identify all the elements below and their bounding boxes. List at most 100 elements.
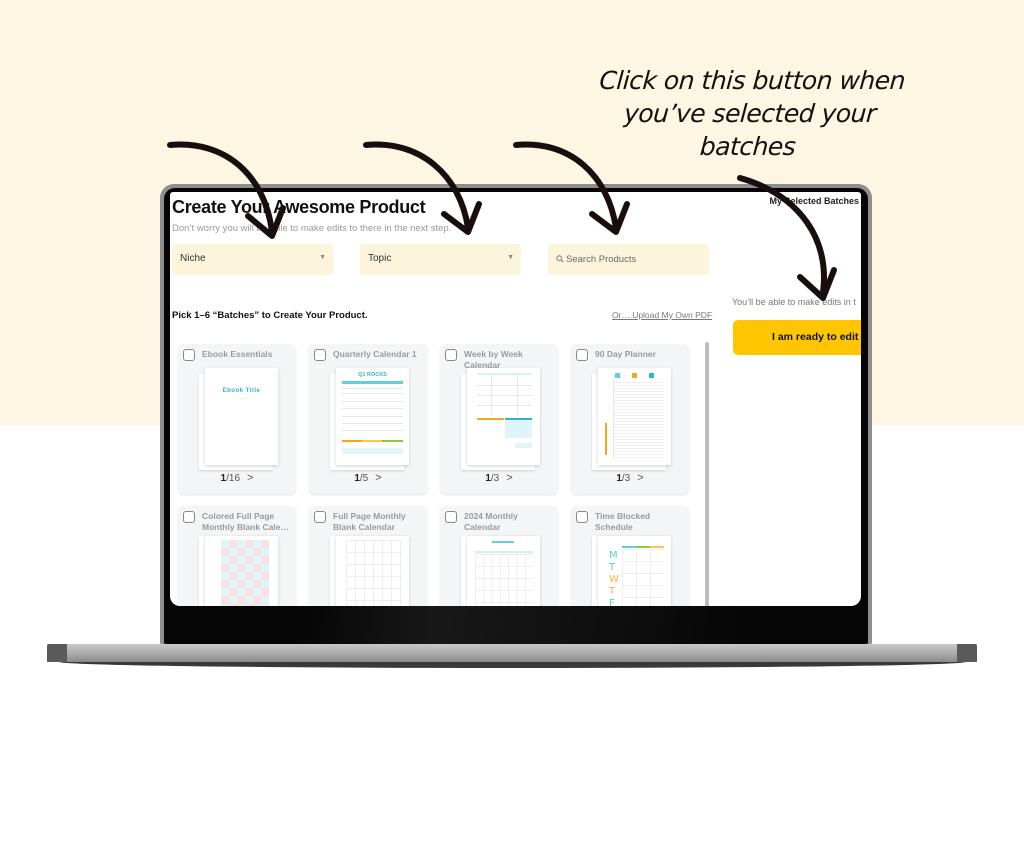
pager: 1/16 >	[178, 472, 296, 484]
pager-total: /3	[621, 473, 631, 484]
preview-line	[342, 416, 403, 417]
preview-bar	[636, 546, 650, 548]
preview-box	[505, 418, 532, 438]
preview-thumbnail: Q1 ROCKS	[336, 368, 409, 465]
callout-line: Click on this button when	[598, 66, 907, 95]
weekday-letters: M T W T F	[609, 550, 619, 606]
ready-to-edit-button[interactable]: I am ready to edit i	[733, 320, 861, 355]
laptop-screen: Create Your Awesome Product Don’t worry …	[170, 192, 861, 606]
preview-box	[632, 373, 637, 378]
pager-total: /16	[226, 473, 241, 484]
batch-checkbox[interactable]	[576, 349, 588, 361]
preview-thumbnail	[467, 368, 540, 465]
batch-name: Quarterly Calendar 1	[333, 349, 417, 359]
pager-total: /3	[490, 473, 500, 484]
laptop-base-shadow	[60, 662, 965, 668]
preview-box	[475, 554, 533, 606]
niche-select-value: Niche	[180, 253, 206, 264]
batch-checkbox[interactable]	[183, 511, 195, 523]
preview-line	[342, 423, 403, 424]
preview-thumbnail	[205, 536, 278, 606]
preview-bar	[362, 440, 382, 442]
page-title: Create Your Awesome Product	[172, 197, 426, 217]
next-page-button[interactable]: >	[506, 472, 512, 484]
preview-bar	[622, 546, 636, 548]
page-subtitle: Don’t worry you will be able to make edi…	[172, 223, 452, 234]
batch-card[interactable]: 90 Day Planner 1/3 >	[571, 344, 689, 494]
annotation-callout: Click on this button when you’ve selecte…	[572, 64, 929, 163]
preview-bar	[382, 440, 403, 442]
batch-card[interactable]: Full Page Monthly Blank Calendar	[309, 506, 427, 606]
batch-name: Ebook Essentials	[202, 349, 273, 359]
batch-checkbox[interactable]	[576, 511, 588, 523]
preview-title: Ebook Title	[222, 388, 261, 394]
batch-checkbox[interactable]	[445, 349, 457, 361]
preview-bar	[475, 551, 533, 553]
preview-bar	[477, 418, 504, 420]
preview-thumbnail: Ebook Title ———	[205, 368, 278, 465]
pager: 1/5 >	[309, 472, 427, 484]
callout-line: batches	[698, 132, 797, 161]
preview-line	[342, 388, 403, 389]
selected-batches-heading: My Selected Batches	[769, 196, 859, 206]
preview-bar	[477, 373, 532, 375]
search-input[interactable]: Search Products	[548, 244, 709, 275]
batch-card[interactable]: Colored Full Page Monthly Blank Cale…	[178, 506, 296, 606]
batch-card[interactable]: Ebook Essentials Ebook Title ——— 1/16 >	[178, 344, 296, 494]
preview-box	[515, 443, 532, 448]
preview-bar	[492, 541, 514, 543]
weekday-letter: T	[609, 562, 616, 573]
preview-box	[615, 373, 620, 378]
pager: 1/3 >	[440, 472, 558, 484]
preview-bar	[650, 546, 664, 548]
chevron-down-icon: ▼	[319, 254, 326, 261]
preview-box	[622, 549, 664, 606]
preview-bar	[342, 381, 403, 384]
preview-thumbnail	[467, 536, 540, 606]
preview-box	[605, 423, 607, 455]
preview-box	[649, 373, 654, 378]
chevron-down-icon: ▼	[507, 254, 514, 261]
batch-checkbox[interactable]	[445, 511, 457, 523]
preview-line	[477, 395, 532, 396]
search-icon	[556, 255, 564, 263]
batch-name: Time Blocked Schedule	[595, 511, 651, 532]
preview-line	[342, 401, 403, 402]
batch-name: 90 Day Planner	[595, 349, 656, 359]
batch-name: Colored Full Page Monthly Blank Cale…	[202, 511, 289, 532]
preview-thumbnail: M T W T F	[598, 536, 671, 606]
topic-select[interactable]: Topic ▼	[360, 244, 521, 275]
preview-box	[342, 448, 403, 454]
preview-box	[614, 380, 664, 458]
callout-line: you’ve selected your	[623, 99, 877, 128]
preview-line	[342, 393, 403, 394]
preview-subtitle: ———	[237, 397, 246, 400]
niche-select[interactable]: Niche ▼	[172, 244, 333, 275]
batch-checkbox[interactable]	[314, 511, 326, 523]
batch-card[interactable]: 2024 Monthly Calendar	[440, 506, 558, 606]
weekday-letter: T	[609, 586, 616, 597]
preview-box	[221, 540, 269, 606]
next-page-button[interactable]: >	[637, 472, 643, 484]
batch-card[interactable]: Time Blocked Schedule M T W T F	[571, 506, 689, 606]
pager-total: /5	[359, 473, 369, 484]
batch-checkbox[interactable]	[314, 349, 326, 361]
laptop-base-edge	[47, 644, 67, 662]
edit-hint: You’ll be able to make edits in t	[732, 297, 856, 307]
batch-checkbox[interactable]	[183, 349, 195, 361]
batch-name: Full Page Monthly Blank Calendar	[333, 511, 406, 532]
upload-pdf-link[interactable]: Or… Upload My Own PDF	[612, 310, 712, 320]
laptop-base	[47, 644, 977, 662]
keyboard-reflection	[300, 606, 760, 644]
preview-line	[342, 430, 403, 431]
next-page-button[interactable]: >	[247, 472, 253, 484]
batch-card[interactable]: Week by Week Calendar 1/3 >	[440, 344, 558, 494]
pager: 1/3 >	[571, 472, 689, 484]
next-page-button[interactable]: >	[375, 472, 381, 484]
preview-box	[346, 540, 402, 606]
batch-name: 2024 Monthly Calendar	[464, 511, 518, 532]
weekday-letter: F	[609, 598, 615, 606]
preview-line	[477, 405, 532, 406]
scrollbar[interactable]	[705, 342, 709, 606]
batch-card[interactable]: Quarterly Calendar 1 Q1 ROCKS 1/5 >	[309, 344, 427, 494]
